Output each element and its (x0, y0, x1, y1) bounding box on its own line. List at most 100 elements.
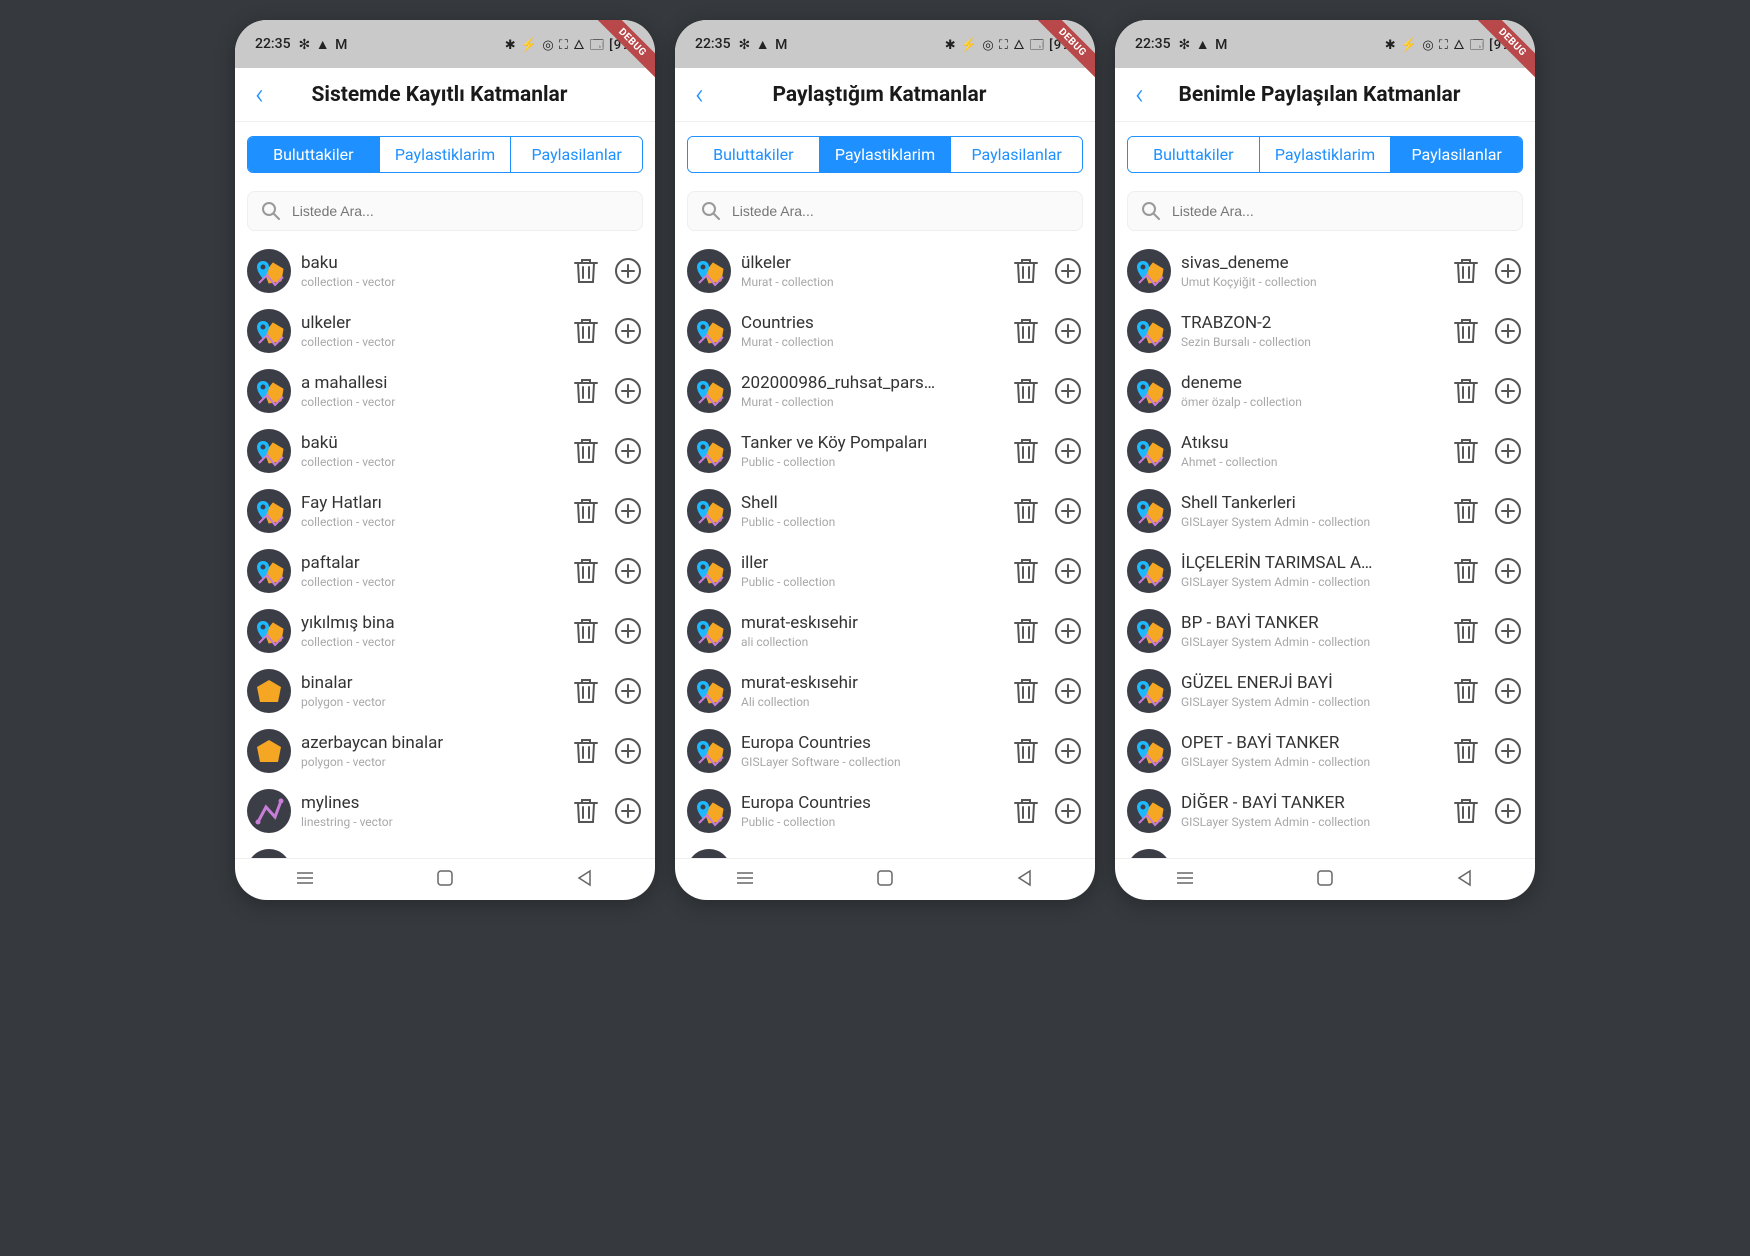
list-item[interactable]: Shell Public - collection (687, 481, 1083, 541)
search-input[interactable] (292, 203, 630, 219)
list-item[interactable]: 202000986_ruhsat_pars… Murat - collectio… (687, 361, 1083, 421)
tab-1[interactable]: Paylastiklarim (820, 137, 952, 172)
delete-button[interactable] (1451, 496, 1481, 526)
search-input[interactable] (1172, 203, 1510, 219)
layer-list[interactable]: ülkeler Murat - collection Countries Mur… (675, 241, 1095, 858)
add-button[interactable] (1493, 556, 1523, 586)
back-button[interactable]: ‹ (687, 77, 712, 112)
delete-button[interactable] (1011, 316, 1041, 346)
list-item[interactable]: binalar polygon - vector (247, 661, 643, 721)
delete-button[interactable] (1011, 736, 1041, 766)
add-button[interactable] (613, 736, 643, 766)
list-item[interactable]: Europa Countries GISLayer Software - col… (687, 721, 1083, 781)
delete-button[interactable] (1011, 796, 1041, 826)
delete-button[interactable] (1011, 616, 1041, 646)
list-item[interactable]: DİĞER - BAYİ TANKER GISLayer System Admi… (1127, 781, 1523, 841)
list-item[interactable]: a mahallesi collection - vector (247, 361, 643, 421)
search-box[interactable] (1127, 191, 1523, 231)
delete-button[interactable] (571, 736, 601, 766)
delete-button[interactable] (1011, 676, 1041, 706)
delete-button[interactable] (1011, 376, 1041, 406)
add-button[interactable] (1053, 316, 1083, 346)
layer-list[interactable]: baku collection - vector ulkeler collect… (235, 241, 655, 858)
delete-button[interactable] (571, 496, 601, 526)
search-box[interactable] (687, 191, 1083, 231)
add-button[interactable] (1493, 376, 1523, 406)
list-item[interactable]: azerbaycan binalar polygon - vector (247, 721, 643, 781)
add-button[interactable] (1493, 796, 1523, 826)
add-button[interactable] (1493, 616, 1523, 646)
tab-2[interactable]: Paylasilanlar (951, 137, 1082, 172)
delete-button[interactable] (1451, 376, 1481, 406)
search-input[interactable] (732, 203, 1070, 219)
nav-recent-icon[interactable] (1174, 867, 1196, 893)
nav-back-icon[interactable] (1014, 867, 1036, 893)
list-item[interactable]: Europa Countries Public - collection (687, 781, 1083, 841)
add-button[interactable] (1053, 796, 1083, 826)
delete-button[interactable] (571, 436, 601, 466)
nav-back-icon[interactable] (574, 867, 596, 893)
tab-2[interactable]: Paylasilanlar (1391, 137, 1522, 172)
add-button[interactable] (613, 436, 643, 466)
list-item[interactable]: tematik katman (247, 841, 643, 858)
delete-button[interactable] (1451, 436, 1481, 466)
add-button[interactable] (1053, 676, 1083, 706)
add-button[interactable] (1053, 376, 1083, 406)
add-button[interactable] (1493, 676, 1523, 706)
list-item[interactable]: yıkılmış bina collection - vector (247, 601, 643, 661)
list-item[interactable]: TRABZON-2 Sezin Bursalı - collection (1127, 301, 1523, 361)
list-item[interactable]: Shell Tankerleri GISLayer System Admin -… (1127, 481, 1523, 541)
tab-2[interactable]: Paylasilanlar (511, 137, 642, 172)
delete-button[interactable] (571, 796, 601, 826)
tab-0[interactable]: Buluttakiler (248, 137, 380, 172)
nav-home-icon[interactable] (1314, 867, 1336, 893)
delete-button[interactable] (1451, 616, 1481, 646)
list-item[interactable]: Tematik İller (687, 841, 1083, 858)
add-button[interactable] (613, 496, 643, 526)
add-button[interactable] (613, 676, 643, 706)
list-item[interactable]: baku collection - vector (247, 241, 643, 301)
list-item[interactable]: bakü collection - vector (247, 421, 643, 481)
nav-home-icon[interactable] (434, 867, 456, 893)
list-item[interactable]: Atıksu Ahmet - collection (1127, 421, 1523, 481)
list-item[interactable]: OPET - BAYİ TANKER GISLayer System Admin… (1127, 721, 1523, 781)
delete-button[interactable] (1011, 556, 1041, 586)
list-item[interactable]: PANKOP TANKER LİSTE… (1127, 841, 1523, 858)
list-item[interactable]: Fay Hatları collection - vector (247, 481, 643, 541)
back-button[interactable]: ‹ (247, 77, 272, 112)
add-button[interactable] (1053, 736, 1083, 766)
list-item[interactable]: ulkeler collection - vector (247, 301, 643, 361)
nav-recent-icon[interactable] (294, 867, 316, 893)
add-button[interactable] (1053, 496, 1083, 526)
list-item[interactable]: BP - BAYİ TANKER GISLayer System Admin -… (1127, 601, 1523, 661)
list-item[interactable]: Tanker ve Köy Pompaları Public - collect… (687, 421, 1083, 481)
nav-back-icon[interactable] (1454, 867, 1476, 893)
add-button[interactable] (1053, 616, 1083, 646)
delete-button[interactable] (1451, 676, 1481, 706)
add-button[interactable] (1493, 736, 1523, 766)
nav-home-icon[interactable] (874, 867, 896, 893)
list-item[interactable]: ülkeler Murat - collection (687, 241, 1083, 301)
delete-button[interactable] (571, 616, 601, 646)
delete-button[interactable] (1451, 256, 1481, 286)
list-item[interactable]: Countries Murat - collection (687, 301, 1083, 361)
delete-button[interactable] (1451, 796, 1481, 826)
nav-recent-icon[interactable] (734, 867, 756, 893)
delete-button[interactable] (571, 376, 601, 406)
tab-0[interactable]: Buluttakiler (1128, 137, 1260, 172)
delete-button[interactable] (1011, 496, 1041, 526)
tab-1[interactable]: Paylastiklarim (380, 137, 512, 172)
add-button[interactable] (613, 376, 643, 406)
list-item[interactable]: paftalar collection - vector (247, 541, 643, 601)
add-button[interactable] (1493, 496, 1523, 526)
search-box[interactable] (247, 191, 643, 231)
add-button[interactable] (613, 316, 643, 346)
delete-button[interactable] (1011, 256, 1041, 286)
back-button[interactable]: ‹ (1127, 77, 1152, 112)
delete-button[interactable] (571, 676, 601, 706)
list-item[interactable]: murat-eskısehir ali collection (687, 601, 1083, 661)
delete-button[interactable] (1451, 316, 1481, 346)
add-button[interactable] (613, 256, 643, 286)
list-item[interactable]: GÜZEL ENERJİ BAYİ GISLayer System Admin … (1127, 661, 1523, 721)
tab-1[interactable]: Paylastiklarim (1260, 137, 1392, 172)
